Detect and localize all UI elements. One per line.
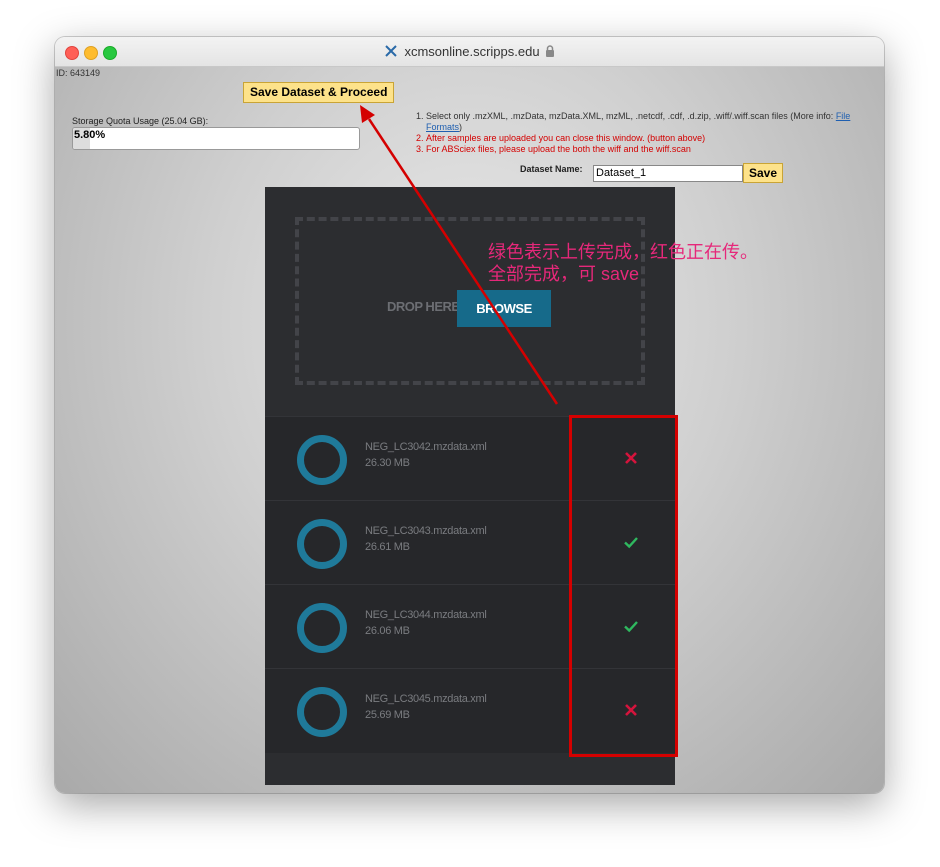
page-content: ID: 643149 Save Dataset & Proceed Storag… bbox=[55, 67, 884, 793]
site-logo-icon bbox=[384, 44, 398, 61]
lock-icon bbox=[545, 45, 555, 60]
window-title-area: xcmsonline.scripps.edu bbox=[55, 44, 884, 61]
window-title: xcmsonline.scripps.edu bbox=[404, 44, 540, 59]
browser-window: xcmsonline.scripps.edu ID: 643149 Save D… bbox=[55, 37, 884, 793]
title-bar: xcmsonline.scripps.edu bbox=[55, 37, 884, 67]
annotation-arrow-icon bbox=[360, 105, 559, 405]
